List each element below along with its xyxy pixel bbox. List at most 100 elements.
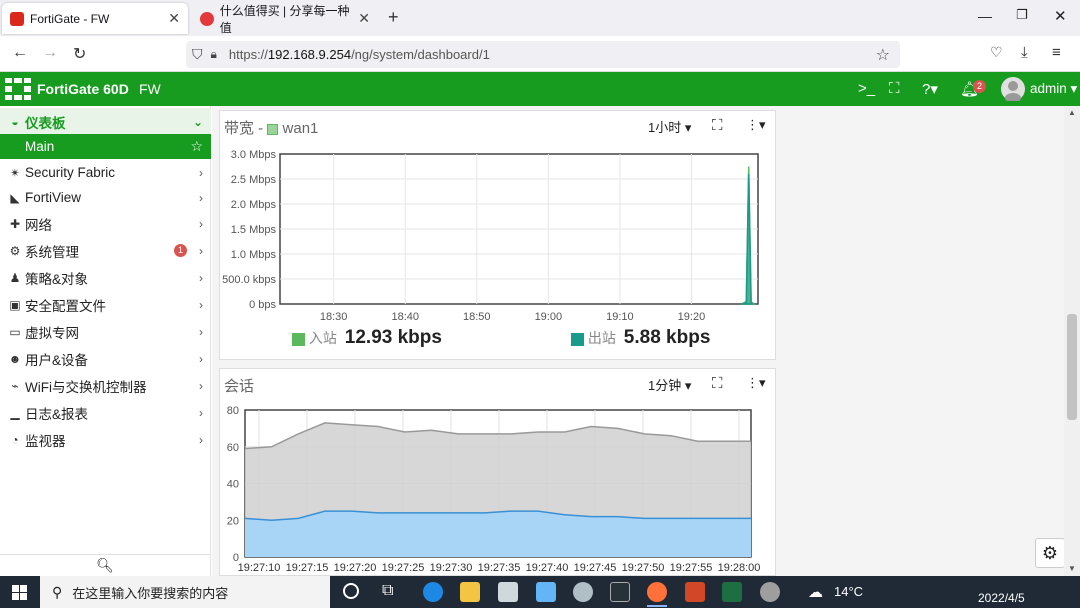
scroll-down-icon[interactable]: ▼ [1068,564,1076,573]
cli-console-icon[interactable]: >_ [858,80,875,97]
close-tab-icon[interactable]: ✕ [358,10,370,27]
browser-tab-smzdm[interactable]: 什么值得买 | 分享每一种值 ✕ [192,3,378,35]
sidebar-item-label: 策略&对象 [25,271,89,287]
bookmark-star-icon[interactable]: ☆ [876,45,890,65]
sidebar-search-button[interactable]: 🔍︎ [0,554,210,576]
tab-title: 什么值得买 | 分享每一种值 [219,3,350,35]
new-tab-button[interactable]: + [388,7,399,28]
star-icon[interactable]: ☆ [190,138,203,155]
help-icon[interactable]: ?▾ [922,80,938,98]
chevron-right-icon: › [199,165,203,180]
windows-taskbar: ⚲ 在这里输入你要搜索的内容 ⧉ ☁ 14°C 2022/4/5 [0,576,1080,608]
url-prefix: https:// [228,47,268,62]
app-icon[interactable] [536,582,556,602]
sidebar-item-label: Main [25,139,55,154]
taskbar-search[interactable]: ⚲ 在这里输入你要搜索的内容 [40,576,330,608]
scrollbar-thumb[interactable] [1067,314,1077,420]
reload-icon[interactable]: ↻ [73,44,86,64]
excel-icon[interactable] [722,582,742,602]
inbound-swatch [292,332,305,346]
weather-cloud-icon[interactable]: ☁ [808,583,823,601]
lock-icon: ▣ [9,297,21,312]
avatar[interactable] [1001,77,1025,103]
x-tick-label: 18:30 [320,311,348,321]
chevron-right-icon: › [199,243,203,258]
app-icon[interactable] [760,582,780,602]
sidebar-item-log-report[interactable]: ▁ 日志&报表 › [0,399,211,426]
y-tick-label: 2.5 Mbps [231,174,277,186]
file-explorer-icon[interactable] [460,582,480,602]
sidebar-item-label: FortiView [25,190,82,205]
expand-widget-icon[interactable]: ⛶ [712,117,723,134]
minimize-icon[interactable]: — [978,8,992,24]
sidebar-item-vpn[interactable]: ▭ 虚拟专网 › [0,318,211,345]
close-window-icon[interactable]: ✕ [1054,7,1067,25]
firefox-icon[interactable] [647,582,667,602]
widget-menu-icon[interactable]: ⋮▾ [746,117,766,133]
url-bar[interactable]: ⛉ 🔒︎ https:// 192.168.9.254 /ng/system/d… [186,41,900,68]
task-view-icon[interactable]: ⧉ [382,582,393,600]
laptop-icon: ▭ [9,324,21,339]
y-tick-label: 3.0 Mbps [231,149,277,161]
edge-icon[interactable] [423,582,443,602]
x-tick-label: 19:27:20 [334,562,377,574]
sidebar-item-security-profiles[interactable]: ▣ 安全配置文件 › [0,291,211,318]
x-tick-label: 19:20 [678,311,706,321]
user-menu[interactable]: admin ▾ [1030,81,1077,97]
sidebar-item-network[interactable]: ✚ 网络 › [0,210,211,237]
gear-icon: ⚙ [9,243,21,258]
sidebar-item-user-device[interactable]: ☻ 用户&设备 › [0,345,211,372]
app-icon[interactable] [498,582,518,602]
pocket-icon[interactable]: ♡ [990,44,1003,61]
dashboard-content: 带宽 - wan1 1小时 ▾ ⛶ ⋮▾ 3.0 Mbps 2.5 Mbps 2.0… [212,106,1065,576]
fullscreen-icon[interactable]: ⛶ [889,80,900,97]
restore-icon[interactable]: ❐ [1016,7,1028,23]
sidebar-item-dashboard[interactable]: ◒ 仪表板 ⌄ [0,108,211,135]
sidebar-item-fortiview[interactable]: ◣ FortiView › [0,184,211,211]
sidebar-item-main[interactable]: Main ☆ [0,134,211,159]
close-tab-icon[interactable]: ✕ [168,10,180,27]
page-scrollbar[interactable]: ▲ ▼ [1064,106,1080,576]
expand-widget-icon[interactable]: ⛶ [712,375,723,392]
x-tick-label: 19:27:10 [238,562,281,574]
powerpoint-icon[interactable] [685,582,705,602]
y-tick-label: 0 bps [249,299,276,311]
sessions-widget: 会话 1分钟 ▾ ⛶ ⋮▾ 80 60 40 20 0 19:27:10 19:27:15 1… [219,368,776,576]
x-tick-label: 19:28:00 [718,562,761,574]
settings-gear-button[interactable]: ⚙ [1035,538,1065,568]
sidebar-item-policy[interactable]: ♟ 策略&对象 › [0,264,211,291]
download-icon[interactable]: ⤓ [1021,44,1028,61]
sidebar-item-system[interactable]: ⚙ 系统管理 1 › [0,237,211,264]
outbound-label: 出站 [587,330,616,346]
sidebar-item-security-fabric[interactable]: ✴ Security Fabric › [0,159,211,186]
scroll-up-icon[interactable]: ▲ [1068,108,1076,117]
device-model: FortiGate 60D [37,81,129,97]
time-range-dropdown[interactable]: 1小时 ▾ [648,117,691,136]
x-tick-label: 19:27:30 [430,562,473,574]
sessions-title: 会话 [224,378,255,395]
sidebar-item-label: 虚拟专网 [25,325,79,341]
windows-start-icon[interactable] [12,585,27,600]
back-icon[interactable]: ← [12,44,28,62]
y-tick-label: 1.0 Mbps [231,249,277,261]
chevron-right-icon: › [199,190,203,205]
fortigate-header: FortiGate 60D FW >_ ⛶ ?▾ 🔔︎2 admin ▾ [0,72,1080,106]
widget-title: 带宽 - wan1 [224,117,318,138]
notifications-button[interactable]: 🔔︎2 [960,80,987,98]
terminal-icon[interactable] [610,582,630,602]
menu-icon[interactable]: ≡ [1052,44,1061,61]
sidebar-item-wifi-switch[interactable]: ⌁ WiFi与交换机控制器 › [0,372,211,399]
widget-menu-icon[interactable]: ⋮▾ [746,375,766,391]
y-tick-label: 500.0 kbps [222,274,276,286]
browser-tab-fortigate[interactable]: FortiGate - FW ✕ [2,3,188,34]
x-tick-label: 19:10 [606,311,634,321]
time-range-dropdown[interactable]: 1分钟 ▾ [648,375,691,394]
cortana-icon[interactable] [343,583,359,599]
app-icon[interactable] [573,582,593,602]
x-tick-label: 19:27:55 [670,562,713,574]
chevron-right-icon: › [199,216,203,231]
sidebar-item-monitor[interactable]: ◔ 监视器 › [0,426,211,453]
monitor-icon: ◔ [11,432,19,447]
x-tick-label: 19:27:50 [622,562,665,574]
forward-icon[interactable]: → [42,44,58,62]
